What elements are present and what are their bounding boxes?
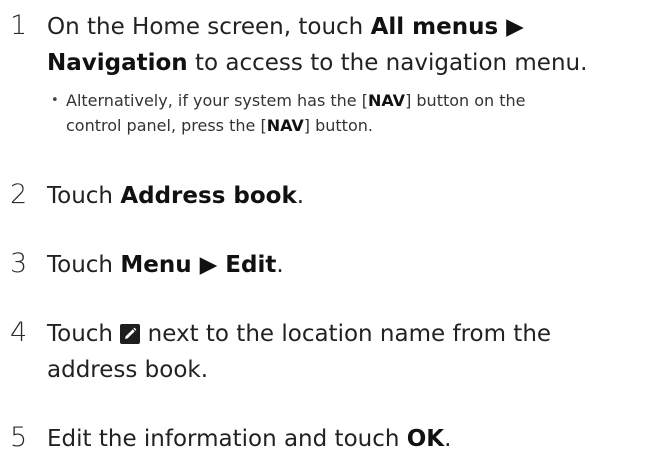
- bullet-icon: •: [51, 93, 59, 108]
- nav-button-label: NAV: [367, 91, 406, 110]
- edit-pencil-icon: [120, 324, 141, 344]
- step-text-part: Touch: [47, 183, 121, 209]
- step-text-part: On the Home screen, touch: [47, 14, 371, 40]
- step-number: 2: [10, 179, 28, 210]
- menu-path-menu-edit: Menu ▶ Edit: [120, 252, 277, 278]
- step-text-part: Touch: [47, 252, 121, 278]
- menu-item-address-book: Address book: [120, 183, 297, 209]
- step-1-note: • Alternatively, if your system has the …: [51, 88, 654, 138]
- nav-button-label: NAV: [266, 116, 304, 135]
- step-number: 5: [10, 422, 28, 453]
- step-instruction: On the Home screen, touch All menus ▶ Na…: [47, 9, 647, 81]
- step-text-part: .: [276, 252, 284, 278]
- menu-path-navigation: Navigation: [47, 50, 188, 76]
- step-number: 4: [10, 317, 28, 348]
- step-text-part: .: [296, 183, 305, 209]
- step-instruction: Touch Menu ▶ Edit.: [47, 247, 647, 283]
- note-text: control panel, press the [: [66, 116, 267, 135]
- step-text-part: next to the location name from the: [140, 321, 552, 347]
- note-text: Alternatively, if your system has the [: [66, 91, 368, 110]
- ok-button-label: OK: [406, 426, 445, 452]
- step-text-part: .: [444, 426, 452, 452]
- note-text: ] button.: [303, 116, 373, 135]
- step-instruction: Touch next to the location name from the…: [47, 316, 647, 388]
- note-text: ] button on the: [405, 91, 526, 110]
- step-number: 3: [10, 248, 28, 279]
- step-instruction: Touch Address book.: [47, 178, 647, 214]
- step-text-part: Edit the information and touch: [47, 426, 407, 452]
- step-instruction: Edit the information and touch OK.: [47, 421, 647, 457]
- step-text-part: Touch: [47, 321, 121, 347]
- step-number: 1: [10, 10, 28, 41]
- step-text-part: address book.: [47, 357, 209, 383]
- step-text-part: to access to the navigation menu.: [187, 50, 588, 76]
- menu-path-all-menus: All menus ▶: [370, 14, 524, 40]
